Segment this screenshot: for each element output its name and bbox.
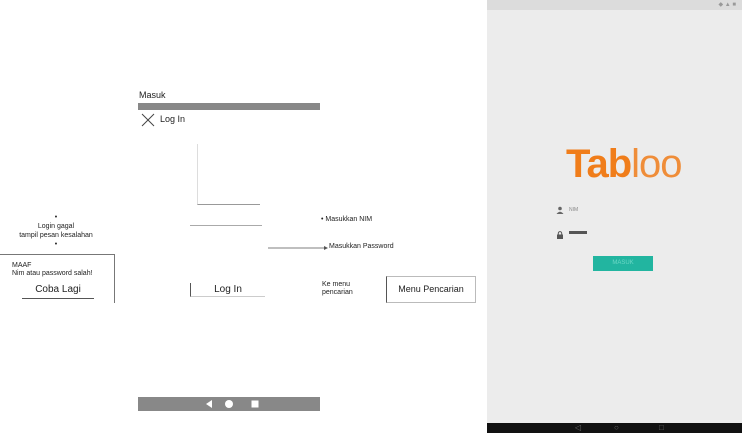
recents-icon[interactable] [250,399,260,409]
error-message: Nim atau password salah! [12,270,93,277]
status-bar: ◆ ▲ ■ [487,0,742,10]
status-icons: ◆ ▲ ■ [718,2,736,8]
bullet: • [321,216,324,223]
wireframe-login-button[interactable]: Log In [190,283,265,297]
login-failed-note: • Login gagal tampil pesan kesalahan • [0,213,112,249]
bullet: • [54,241,58,248]
password-annotation-arrow [268,246,328,250]
home-icon[interactable] [224,399,234,409]
recents-icon[interactable]: □ [659,423,664,433]
annotation-nim-text: Masukkan NIM [325,216,373,223]
annotation-search-line1: Ke menu [322,281,351,288]
search-menu-button[interactable]: Menu Pencarian [386,276,476,303]
user-icon [556,206,564,214]
close-icon[interactable] [141,113,155,127]
app-logo-bold: Tab [566,142,632,186]
back-icon[interactable] [204,399,214,409]
back-icon[interactable]: ◁ [575,423,581,433]
login-failed-line2: tampil pesan kesalahan [19,232,93,239]
login-screen [487,10,742,423]
wireframe-nim-field[interactable] [190,225,262,226]
retry-button[interactable]: Coba Lagi [22,282,94,299]
bullet: • [54,214,58,221]
android-nav-bar: ◁ ○ □ [487,423,742,433]
annotation-search-line2: pencarian [322,289,353,296]
wireframe-nav-bar [138,397,320,411]
annotation-nim: • Masukkan NIM [321,216,372,223]
login-failed-line1: Login gagal [37,223,75,230]
wireframe-header-login: Log In [160,114,186,124]
app-logo-light: loo [631,142,682,186]
lock-icon [557,231,563,239]
home-icon[interactable]: ○ [614,423,619,433]
login-button[interactable]: MASUK [593,256,653,271]
error-title: MAAF [12,262,32,269]
annotation-password: Masukkan Password [329,243,394,250]
app-logo: Tabloo [566,142,683,187]
annotation-search: Ke menu pencarian [322,281,353,297]
wireframe-app-bar [138,103,320,110]
password-input[interactable] [569,231,587,234]
nim-input[interactable]: NIM [569,207,578,213]
wireframe-title: Masuk [139,90,166,100]
wireframe-logo-placeholder [197,144,260,205]
